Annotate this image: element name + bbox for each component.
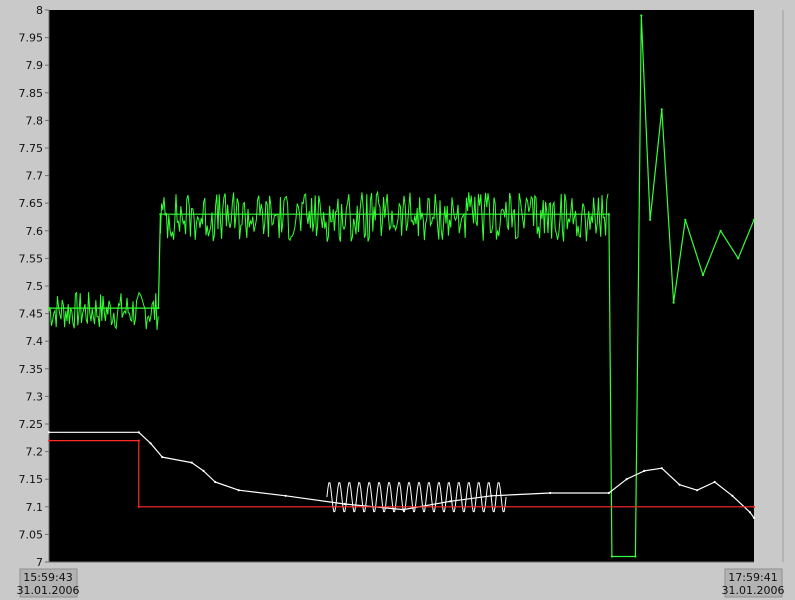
y-tick-label-6: 7.7	[26, 170, 44, 183]
series-2-point-2	[137, 505, 140, 508]
series-1-point-11	[449, 500, 452, 503]
series-1-point-10	[402, 508, 405, 511]
series-1-point-2	[149, 442, 152, 445]
series-0-point-4	[610, 555, 614, 558]
y-tick-label-14: 7.3	[26, 390, 44, 403]
series-1-point-9	[343, 502, 346, 506]
series-0-point-9	[672, 301, 675, 304]
series-0-point-8	[660, 108, 663, 111]
series-1-point-20	[713, 480, 716, 484]
right-margin-panel	[756, 0, 795, 600]
x-end-date: 31.01.2006	[722, 584, 785, 597]
series-1-point-16	[643, 469, 646, 472]
y-tick-label-20: 7	[36, 556, 43, 569]
series-0-point-14	[752, 218, 756, 221]
y-tick-label-16: 7.2	[26, 446, 44, 459]
series-1-point-5	[202, 469, 205, 472]
series-0-point-11	[701, 273, 705, 277]
y-tick-label-11: 7.45	[19, 308, 44, 321]
y-tick-label-2: 7.9	[26, 59, 44, 72]
y-tick-label-5: 7.75	[19, 142, 44, 155]
y-tick-label-4: 7.8	[26, 114, 44, 127]
y-tick-label-1: 7.95	[19, 32, 44, 45]
series-2-point-0	[47, 439, 51, 442]
series-1-point-0	[47, 431, 51, 434]
series-0-point-1	[157, 307, 160, 310]
series-0-point-0	[47, 307, 51, 310]
series-1-point-14	[607, 491, 611, 495]
y-tick-label-13: 7.35	[19, 363, 44, 376]
series-1-point-13	[549, 491, 552, 495]
y-tick-label-8: 7.6	[26, 225, 44, 238]
chart-svg: 8 7.95 7.9 7.85 7.8 7.75 7.7 7.65 7.6 7.55 7.5 7.45…	[0, 0, 795, 600]
y-tick-label-19: 7.05	[19, 528, 44, 541]
series-1-point-8	[284, 494, 287, 497]
y-tick-label-17: 7.15	[19, 473, 44, 486]
series-0-point-7	[649, 218, 652, 221]
x-end-label: 17:59:41 31.01.2006	[722, 568, 785, 598]
y-tick-label-0: 8	[36, 4, 43, 17]
chart-panel: 8 7.95 7.9 7.85 7.8 7.75 7.7 7.65 7.6 7.55 7.5 7.45…	[0, 0, 795, 600]
series-0-point-13	[737, 257, 740, 260]
series-0-point-6	[640, 14, 643, 17]
series-1-point-6	[214, 480, 217, 484]
series-1-point-12	[490, 494, 493, 497]
series-1-point-19	[696, 489, 699, 492]
plot-area	[49, 10, 754, 562]
series-0-point-3	[607, 213, 611, 216]
series-0-point-2	[159, 213, 162, 216]
series-0-point-10	[684, 218, 687, 221]
x-end-time: 17:59:41	[728, 571, 777, 584]
series-1-point-1	[137, 431, 140, 434]
series-1-point-3	[161, 456, 164, 459]
y-tick-label-9: 7.55	[19, 252, 44, 265]
series-0-point-12	[719, 229, 722, 232]
y-tick-label-10: 7.5	[26, 280, 44, 293]
series-1-point-7	[237, 489, 240, 492]
y-tick-label-18: 7.1	[26, 501, 44, 514]
series-0-point-5	[634, 555, 637, 558]
x-start-date: 31.01.2006	[17, 584, 80, 597]
series-1-point-4	[190, 461, 193, 464]
series-1-point-17	[660, 467, 663, 470]
series-2-point-1	[137, 439, 140, 442]
series-1-point-23	[752, 516, 756, 519]
series-1-point-15	[625, 478, 628, 481]
x-start-time: 15:59:43	[23, 571, 72, 584]
series-2-point-3	[752, 505, 756, 508]
y-tick-label-12: 7.4	[26, 335, 44, 348]
y-tick-label-3: 7.85	[19, 87, 44, 100]
y-tick-label-15: 7.25	[19, 418, 44, 431]
series-1-point-21	[731, 494, 734, 497]
series-1-point-22	[748, 511, 752, 514]
series-1-point-18	[678, 483, 681, 486]
x-start-label: 15:59:43 31.01.2006	[17, 568, 80, 598]
y-tick-label-7: 7.65	[19, 197, 44, 210]
